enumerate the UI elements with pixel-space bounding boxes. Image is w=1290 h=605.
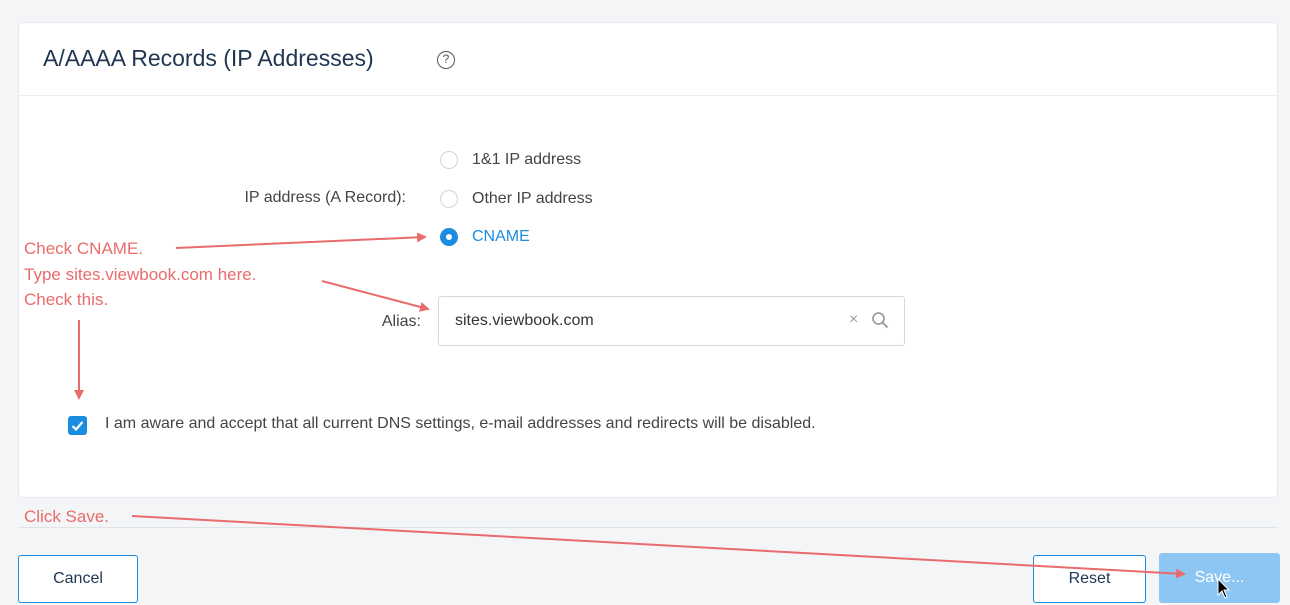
annotation-check-cname: Check CNAME.	[24, 239, 144, 258]
radio-option-1and1[interactable]: 1&1 IP address	[440, 149, 581, 171]
radio-option-other[interactable]: Other IP address	[440, 188, 593, 210]
annotation-type-alias: Type sites.viewbook.com here.	[24, 265, 257, 284]
alias-input[interactable]: sites.viewbook.com ×	[438, 296, 905, 346]
help-icon[interactable]: ?	[437, 51, 455, 69]
check-icon	[71, 421, 84, 432]
card-header: A/AAAA Records (IP Addresses) ?	[19, 23, 1277, 96]
accept-checkbox-label: I am aware and accept that all current D…	[105, 415, 816, 432]
radio-label: Other IP address	[472, 190, 593, 207]
radio-1and1-ip[interactable]	[440, 151, 458, 169]
reset-button[interactable]: Reset	[1033, 555, 1146, 603]
ip-address-label: IP address (A Record):	[244, 189, 406, 206]
annotation-check-this: Check this.	[24, 290, 109, 309]
alias-input-value: sites.viewbook.com	[455, 312, 594, 329]
clear-icon[interactable]: ×	[849, 311, 858, 329]
footer-divider	[18, 527, 1278, 528]
arrow-to-save	[131, 515, 1186, 579]
alias-label: Alias:	[381, 313, 421, 330]
annotation-click-save: Click Save.	[24, 507, 110, 526]
cancel-button[interactable]: Cancel	[18, 555, 138, 603]
mouse-cursor-icon	[1217, 578, 1231, 599]
radio-label: 1&1 IP address	[472, 151, 582, 168]
radio-label: CNAME	[472, 228, 530, 245]
radio-option-cname[interactable]: CNAME	[440, 226, 530, 248]
accept-checkbox[interactable]	[68, 416, 87, 435]
search-icon[interactable]	[871, 311, 889, 329]
radio-other-ip[interactable]	[440, 190, 458, 208]
radio-cname[interactable]	[440, 228, 458, 246]
card-title: A/AAAA Records (IP Addresses)	[43, 45, 374, 71]
